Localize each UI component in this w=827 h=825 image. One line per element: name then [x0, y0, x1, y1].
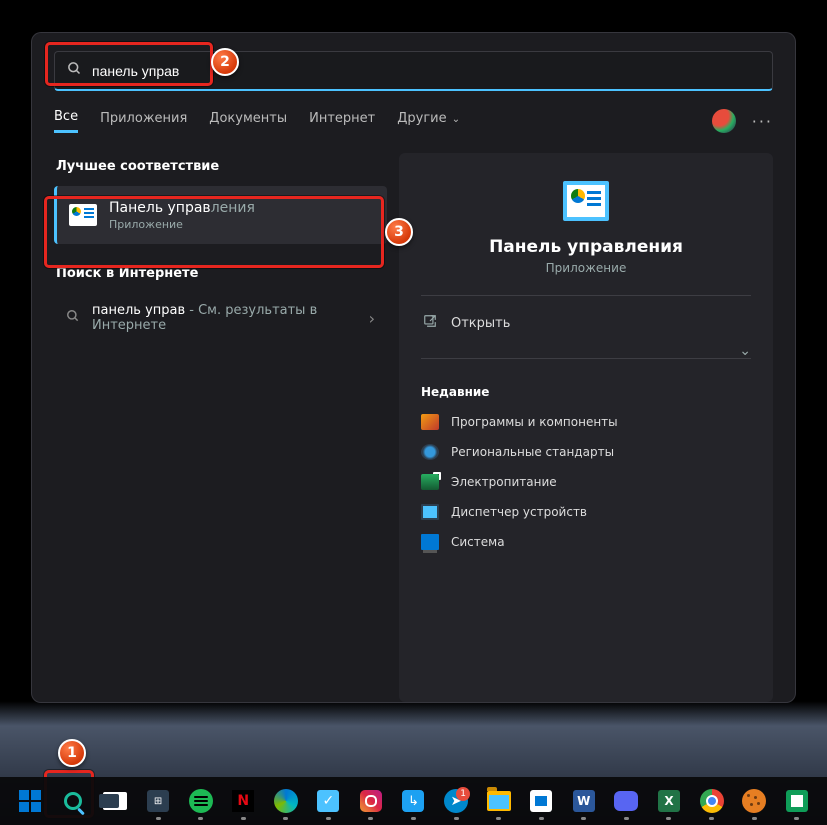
recent-item-programs[interactable]: Программы и компоненты [421, 407, 751, 437]
programs-icon [421, 414, 439, 430]
taskbar-explorer[interactable] [478, 781, 519, 821]
result-title: Панель управления [109, 200, 255, 216]
taskbar-netflix[interactable]: N [223, 781, 264, 821]
cookie-icon [742, 789, 766, 813]
taskbar-discord[interactable] [606, 781, 647, 821]
todo-icon [317, 790, 339, 812]
open-icon [421, 314, 439, 332]
result-subtitle: Приложение [109, 218, 255, 231]
chevron-down-icon: ⌄ [449, 114, 461, 125]
expand-chevron-icon[interactable]: ⌄ [739, 343, 751, 359]
telegram-icon: ➤1 [444, 789, 468, 813]
taskbar-twitter[interactable]: ↳ [393, 781, 434, 821]
recent-label: Недавние [421, 385, 489, 399]
taskbar: ⊞ N ↳ ➤1 W X [0, 777, 827, 825]
task-view-button[interactable] [95, 781, 136, 821]
taskbar-sheets[interactable] [776, 781, 817, 821]
taskbar-calculator[interactable]: ⊞ [138, 781, 179, 821]
spotify-icon [189, 789, 213, 813]
control-panel-icon [563, 181, 609, 221]
web-search-text: панель управ - См. результаты в Интернет… [92, 303, 357, 333]
result-control-panel[interactable]: Панель управления Приложение [54, 186, 387, 244]
recent-item-region[interactable]: Региональные стандарты [421, 437, 751, 467]
taskbar-telegram[interactable]: ➤1 [436, 781, 477, 821]
edge-icon [274, 789, 298, 813]
taskbar-cookie[interactable] [734, 781, 775, 821]
tab-documents[interactable]: Документы [209, 111, 287, 132]
device-manager-icon [421, 504, 439, 520]
notification-badge: 1 [456, 787, 470, 801]
web-search-item[interactable]: панель управ - См. результаты в Интернет… [54, 293, 387, 343]
chrome-icon [700, 789, 724, 813]
taskbar-excel[interactable]: X [649, 781, 690, 821]
open-label: Открыть [451, 316, 510, 331]
search-input[interactable] [92, 63, 760, 79]
taskbar-store[interactable] [521, 781, 562, 821]
results-column: Лучшее соответствие Панель управления Пр… [32, 153, 387, 702]
detail-title: Панель управления [489, 237, 683, 257]
word-icon: W [573, 790, 595, 812]
taskbar-todo[interactable] [308, 781, 349, 821]
detail-subtitle: Приложение [546, 261, 627, 275]
taskbar-spotify[interactable] [180, 781, 221, 821]
system-icon [421, 534, 439, 550]
tab-more[interactable]: Другие ⌄ [397, 111, 460, 132]
recent-item-system[interactable]: Система [421, 527, 751, 557]
calculator-icon: ⊞ [147, 790, 169, 812]
windows-icon [19, 790, 41, 812]
filter-tabs: Все Приложения Документы Интернет Другие… [54, 109, 773, 133]
netflix-icon: N [232, 790, 254, 812]
recent-item-power[interactable]: Электропитание [421, 467, 751, 497]
sheets-icon [786, 790, 808, 812]
chevron-right-icon: › [369, 309, 375, 328]
tab-all[interactable]: Все [54, 109, 78, 133]
ms-store-icon [530, 790, 552, 812]
divider [421, 295, 751, 296]
power-icon [421, 474, 439, 490]
more-options-button[interactable]: ··· [752, 112, 773, 131]
twitter-icon: ↳ [402, 790, 424, 812]
search-icon [66, 309, 80, 327]
excel-icon: X [658, 790, 680, 812]
search-icon [67, 61, 82, 80]
recent-item-device-manager[interactable]: Диспетчер устройств [421, 497, 751, 527]
taskbar-instagram[interactable] [351, 781, 392, 821]
search-icon [64, 792, 82, 810]
taskbar-chrome[interactable] [691, 781, 732, 821]
user-avatar[interactable] [712, 109, 736, 133]
start-search-panel: Все Приложения Документы Интернет Другие… [31, 32, 796, 703]
instagram-icon [360, 790, 382, 812]
file-explorer-icon [487, 791, 511, 811]
tab-web[interactable]: Интернет [309, 111, 375, 132]
annotation-marker-1: 1 [58, 739, 86, 767]
start-button[interactable] [10, 781, 51, 821]
region-icon [421, 444, 439, 460]
tab-apps[interactable]: Приложения [100, 111, 187, 132]
search-button[interactable] [53, 781, 94, 821]
discord-icon [614, 791, 638, 811]
taskbar-word[interactable]: W [564, 781, 605, 821]
divider [421, 358, 751, 359]
detail-pane: Панель управления Приложение Открыть ⌄ Н… [399, 153, 773, 702]
web-search-label: Поиск в Интернете [56, 266, 387, 281]
task-view-icon [103, 792, 127, 810]
taskbar-edge[interactable] [265, 781, 306, 821]
open-action[interactable]: Открыть [421, 308, 751, 338]
best-match-label: Лучшее соответствие [56, 159, 387, 174]
search-box[interactable] [54, 51, 773, 91]
control-panel-icon [69, 204, 97, 226]
